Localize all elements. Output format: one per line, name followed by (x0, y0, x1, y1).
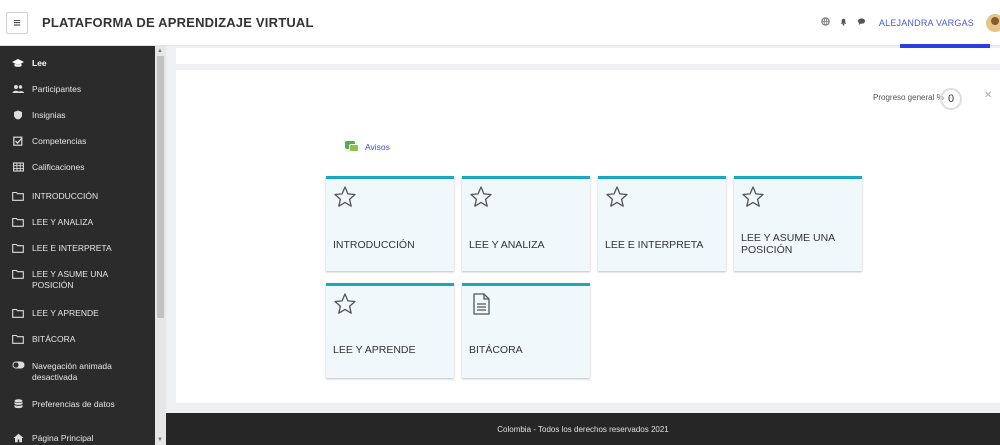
sidebar-item-calificaciones[interactable]: Calificaciones (0, 162, 155, 175)
users-icon (12, 84, 24, 97)
avisos-link[interactable]: Avisos (345, 141, 390, 152)
globe-icon[interactable] (821, 17, 830, 29)
sidebar-item-label: LEE Y ASUME UNA POSICIÓN (32, 269, 108, 291)
sidebar-item-label-line2: POSICIÓN (32, 280, 74, 290)
sidebar-item-participantes[interactable]: Participantes (0, 84, 155, 97)
chat-icon[interactable] (857, 17, 866, 29)
sidebar-item-introduccion[interactable]: INTRODUCCIÓN (0, 191, 155, 204)
sidebar-drawer: Lee Participantes Insignias Competencias… (0, 46, 166, 445)
sidebar-item-label-line1: LEE Y ASUME UNA (32, 269, 109, 279)
star-icon (470, 186, 492, 207)
sidebar-item-label: Competencias (32, 136, 87, 146)
tile-label: LEE Y ASUME UNA POSICIÓN (741, 232, 856, 256)
tile-label: INTRODUCCIÓN (333, 239, 415, 251)
shield-icon (12, 110, 24, 123)
sidebar-item-label: LEE E INTERPRETA (32, 243, 112, 253)
sidebar-item-lee-e-interpreta[interactable]: LEE E INTERPRETA (0, 243, 155, 256)
scroll-down-arrow-icon[interactable]: ▼ (157, 437, 163, 443)
checkbox-icon (12, 136, 24, 149)
tile-label-line1: LEE Y ASUME UNA (741, 232, 836, 244)
bell-icon[interactable] (839, 17, 848, 29)
document-icon (473, 293, 490, 315)
star-icon (606, 186, 628, 207)
site-title[interactable]: PLATAFORMA DE APRENDIZAJE VIRTUAL (42, 15, 314, 30)
tile-label: BITÁCORA (469, 344, 523, 356)
folder-icon (12, 217, 24, 230)
tile-lee-e-interpreta[interactable]: LEE E INTERPRETA (598, 176, 726, 271)
sidebar-item-lee-y-analiza[interactable]: LEE Y ANALIZA (0, 217, 155, 230)
tile-label: LEE E INTERPRETA (605, 239, 704, 251)
sidebar-item-label-line1: Navegación animada (32, 361, 112, 371)
close-icon[interactable]: ✕ (984, 90, 992, 101)
sidebar-item-label: Lee (32, 58, 47, 68)
sidebar-item-label-line2: desactivada (32, 372, 78, 382)
tile-lee-y-analiza[interactable]: LEE Y ANALIZA (462, 176, 590, 271)
star-icon (742, 186, 764, 207)
tile-bitacora[interactable]: BITÁCORA (462, 283, 590, 378)
tile-lee-y-aprende[interactable]: LEE Y APRENDE (326, 283, 454, 378)
sidebar-item-label: Navegación animada desactivada (32, 361, 112, 383)
sidebar-item-insignias[interactable]: Insignias (0, 110, 155, 123)
database-icon (12, 399, 24, 412)
sidebar-item-label: Participantes (32, 84, 82, 94)
folder-icon (12, 308, 24, 321)
sidebar-item-label: LEE Y ANALIZA (32, 217, 94, 227)
folder-icon (12, 334, 24, 347)
sidebar-item-pagina-principal[interactable]: Página Principal (0, 433, 155, 445)
tile-label: LEE Y APRENDE (333, 344, 416, 356)
sidebar-item-label: Calificaciones (32, 162, 85, 172)
table-icon (12, 162, 24, 175)
star-icon (334, 293, 356, 314)
star-icon (334, 186, 356, 207)
sidebar-item-label: BITÁCORA (32, 334, 76, 344)
footer-text: Colombia - Todos los derechos reservados… (497, 424, 669, 434)
top-navbar: ≡ PLATAFORMA DE APRENDIZAJE VIRTUAL ALEJ… (0, 0, 1000, 46)
sidebar-item-label: Preferencias de datos (32, 399, 115, 409)
user-menu-link[interactable]: ALEJANDRA VARGAS (879, 18, 974, 28)
toggle-icon (12, 361, 25, 372)
menu-toggle-button[interactable]: ≡ (6, 11, 28, 34)
graduation-cap-icon (12, 58, 24, 71)
avisos-label: Avisos (365, 141, 390, 152)
sidebar-item-label: LEE Y APRENDE (32, 308, 99, 318)
sidebar-item-lee[interactable]: Lee (0, 58, 155, 71)
top-content-strip (176, 48, 1000, 64)
sidebar-item-preferencias[interactable]: Preferencias de datos (0, 399, 155, 412)
sidebar-item-lee-y-asume[interactable]: LEE Y ASUME UNA POSICIÓN (0, 269, 155, 291)
footer: Colombia - Todos los derechos reservados… (166, 413, 1000, 445)
sidebar-item-label: Insignias (32, 110, 66, 120)
folder-icon (12, 191, 24, 204)
sidebar-item-label: Página Principal (32, 433, 94, 443)
forum-icon (345, 141, 359, 152)
user-nav: ALEJANDRA VARGAS (821, 0, 1000, 46)
sidebar-item-competencias[interactable]: Competencias (0, 136, 155, 149)
tile-lee-y-asume[interactable]: LEE Y ASUME UNA POSICIÓN (734, 176, 862, 271)
sidebar-scrollbar-thumb[interactable] (157, 56, 164, 318)
tile-label-line2: POSICIÓN (741, 244, 793, 256)
folder-icon (12, 243, 24, 256)
tile-label: LEE Y ANALIZA (469, 239, 545, 251)
sidebar-item-lee-y-aprende[interactable]: LEE Y APRENDE (0, 308, 155, 321)
scroll-up-arrow-icon[interactable]: ▲ (157, 48, 163, 54)
sidebar-item-navegacion-animada[interactable]: Navegación animada desactivada (0, 361, 155, 383)
sidebar-item-bitacora[interactable]: BITÁCORA (0, 334, 155, 347)
folder-icon (12, 269, 24, 282)
tile-introduccion[interactable]: INTRODUCCIÓN (326, 176, 454, 271)
progress-label: Progreso general % (873, 93, 944, 102)
hamburger-icon: ≡ (13, 15, 21, 30)
sidebar-item-label: INTRODUCCIÓN (32, 191, 99, 201)
progress-indicator: 0 (940, 88, 962, 110)
avatar[interactable] (986, 14, 1000, 32)
home-icon (12, 433, 24, 445)
